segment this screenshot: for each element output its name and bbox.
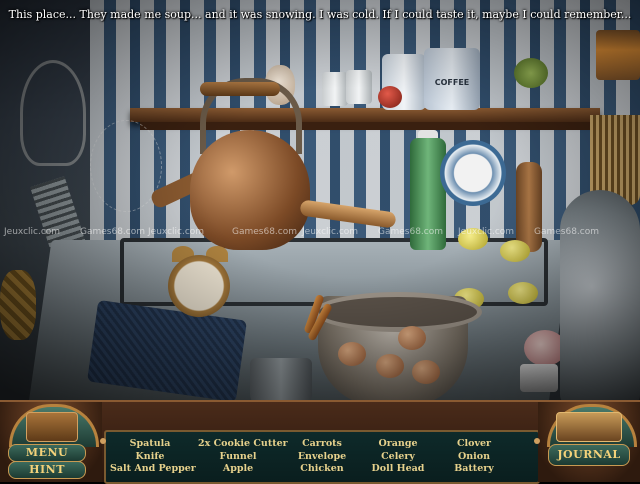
list-item[interactable]: Onion (434, 451, 514, 464)
item-column: Orange Celery Doll Head (358, 438, 438, 476)
hud-bar: MENU HINT Spatula Knife Salt And Pepper … (0, 400, 640, 484)
menu-button[interactable]: MENU (8, 444, 86, 462)
pot-rim (314, 292, 482, 332)
hidden-object-list: Spatula Knife Salt And Pepper 2x Cookie … (104, 430, 540, 484)
egg[interactable] (376, 354, 404, 378)
hidden-object-scene[interactable]: COFFEE This place... They made me soup..… (0, 0, 640, 405)
egg[interactable] (338, 342, 366, 366)
item-column: Spatula Knife Salt And Pepper (110, 438, 196, 476)
narration-text: This place... They made me soup... and i… (8, 8, 632, 21)
list-item[interactable]: Clover (434, 438, 514, 451)
artichoke[interactable] (514, 58, 548, 88)
hud-rivet (534, 438, 540, 444)
list-item[interactable]: Spatula (110, 438, 190, 451)
pineapple[interactable] (0, 270, 36, 340)
hud-left-panel: MENU HINT (0, 402, 102, 482)
watermark: Jeuxclic.com (302, 227, 359, 237)
lemon[interactable] (500, 240, 530, 262)
pepper-shaker[interactable] (346, 70, 372, 104)
list-item[interactable]: Doll Head (358, 463, 438, 476)
coffee-canister-label: COFFEE (434, 78, 470, 87)
alarm-clock[interactable] (168, 255, 230, 317)
decorative-plate[interactable] (440, 140, 506, 206)
journal-button[interactable]: JOURNAL (548, 444, 630, 466)
kettle-grip (200, 82, 280, 96)
item-column: 2x Cookie Cutter Funnel Apple (198, 438, 288, 476)
apple[interactable] (378, 86, 402, 108)
watermark: Jeuxclic.com (148, 227, 205, 237)
list-item[interactable]: Knife (110, 451, 190, 464)
item-column: Clover Onion Battery (434, 438, 514, 476)
watermark: Games68.com (378, 227, 444, 237)
egg[interactable] (398, 326, 426, 350)
list-item[interactable]: Salt And Pepper (110, 463, 196, 476)
watermark: Games68.com (232, 227, 298, 237)
list-item[interactable]: Envelope (282, 451, 362, 464)
list-item[interactable]: 2x Cookie Cutter (198, 438, 288, 451)
list-item[interactable]: Celery (358, 451, 438, 464)
hint-button[interactable]: HINT (8, 461, 86, 479)
list-item[interactable]: Battery (434, 463, 514, 476)
watermark: Jeuxclic.com (4, 227, 61, 237)
list-item[interactable]: Carrots (282, 438, 362, 451)
lemon[interactable] (508, 282, 538, 304)
item-column: Carrots Envelope Chicken (282, 438, 362, 476)
pepper-mill[interactable] (516, 162, 542, 252)
narration-caption: This place... They made me soup... and i… (0, 2, 640, 28)
battery-tin[interactable] (520, 364, 558, 392)
metal-pitcher[interactable] (250, 358, 312, 405)
list-item[interactable]: Orange (358, 438, 438, 451)
journal-book-icon (556, 412, 622, 442)
clover-jug[interactable] (560, 190, 640, 405)
salt-shaker[interactable] (322, 72, 348, 106)
egg[interactable] (412, 360, 440, 384)
list-item[interactable]: Apple (198, 463, 278, 476)
watermark: Jeuxclic.com (458, 227, 515, 237)
list-item[interactable]: Chicken (282, 463, 362, 476)
hud-right-panel: JOURNAL (538, 402, 640, 482)
watermark: Games68.com (80, 227, 146, 237)
hud-rivet (100, 438, 106, 444)
hanging-strainer[interactable] (20, 60, 86, 166)
orange-picture-frame[interactable] (596, 30, 640, 80)
list-item[interactable]: Funnel (198, 451, 278, 464)
treasure-box-icon (26, 412, 78, 442)
watermark: Games68.com (534, 227, 600, 237)
